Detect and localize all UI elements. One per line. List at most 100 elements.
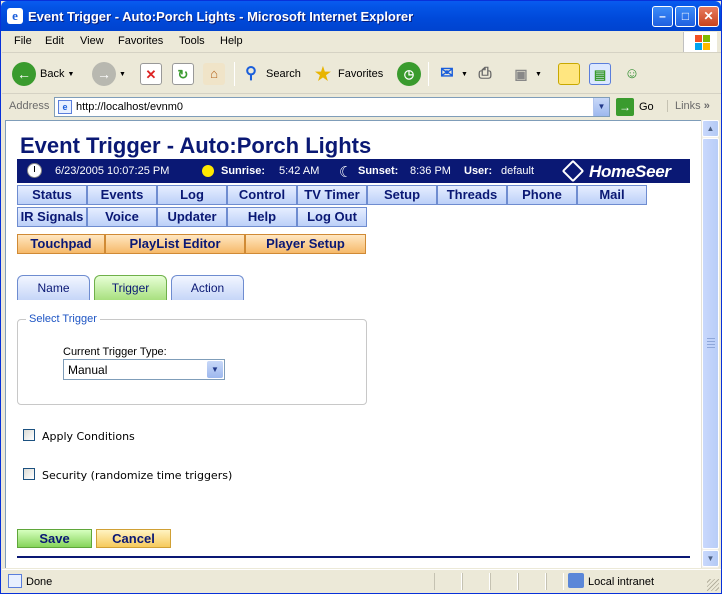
nav-mail[interactable]: Mail — [577, 185, 647, 205]
address-bar: Address e http://localhost/evnm0 ▼ → Go … — [2, 95, 721, 119]
apply-conditions-label: Apply Conditions — [42, 430, 135, 443]
user-value: default — [501, 165, 535, 177]
security-label: Security (randomize time triggers) — [42, 469, 233, 482]
menu-bar: File Edit View Favorites Tools Help — [2, 31, 721, 53]
printer-icon: ⎙ — [478, 65, 492, 82]
mail-icon: ✉ — [440, 65, 454, 82]
resize-grip[interactable] — [707, 579, 719, 591]
history-button[interactable]: ◷ — [397, 60, 421, 88]
vertical-scrollbar[interactable]: ▲ ▼ — [701, 120, 719, 568]
search-icon: ⚲ — [245, 65, 257, 82]
cancel-button[interactable]: Cancel — [96, 529, 171, 548]
go-arrow-icon: → — [616, 98, 634, 116]
search-label: Search — [266, 68, 301, 80]
refresh-button[interactable]: ↻ — [172, 60, 194, 88]
chevron-down-icon: ▼ — [535, 70, 542, 78]
note-icon — [558, 63, 580, 85]
refresh-icon: ↻ — [172, 63, 194, 85]
scroll-thumb[interactable] — [702, 138, 719, 549]
minimize-button[interactable]: – — [652, 6, 673, 27]
trigger-type-value: Manual — [68, 363, 108, 377]
tab-name[interactable]: Name — [17, 275, 90, 300]
nav-updater[interactable]: Updater — [157, 207, 227, 227]
discuss-button[interactable] — [558, 60, 580, 88]
nav-log[interactable]: Log — [157, 185, 227, 205]
nav-playlist-editor[interactable]: PlayList Editor — [105, 234, 245, 254]
nav-player-setup[interactable]: Player Setup — [245, 234, 366, 254]
back-label: Back — [40, 68, 65, 80]
star-icon: ★ — [314, 64, 332, 84]
user-label: User: — [464, 165, 493, 177]
menu-favorites[interactable]: Favorites — [118, 35, 163, 47]
nav-threads[interactable]: Threads — [437, 185, 507, 205]
home-button[interactable]: ⌂ — [203, 60, 225, 88]
chevron-down-icon: ▼ — [207, 361, 223, 378]
moon-icon: ☾ — [339, 164, 353, 181]
sunset-value: 8:36 PM — [410, 165, 451, 177]
messenger-icon: ☺ — [624, 65, 640, 82]
edit-button[interactable]: ▣ ▼ — [510, 60, 542, 88]
address-url[interactable]: http://localhost/evnm0 — [76, 101, 183, 113]
nav-touchpad[interactable]: Touchpad — [17, 234, 105, 254]
menu-view[interactable]: View — [80, 35, 104, 47]
favorites-button[interactable]: ★ Favorites — [312, 60, 383, 88]
security-checkbox[interactable] — [23, 468, 35, 480]
scroll-up-button[interactable]: ▲ — [702, 120, 719, 137]
page-divider — [17, 556, 690, 558]
status-bar: Done Local intranet — [2, 569, 721, 593]
nav-log-out[interactable]: Log Out — [297, 207, 367, 227]
print-button[interactable]: ⎙ — [474, 60, 496, 88]
menu-help[interactable]: Help — [220, 35, 243, 47]
nav-setup[interactable]: Setup — [367, 185, 437, 205]
window-title: Event Trigger - Auto:Porch Lights - Micr… — [28, 9, 414, 24]
go-label: Go — [639, 101, 654, 113]
save-button[interactable]: Save — [17, 529, 92, 548]
apply-conditions-checkbox[interactable] — [23, 429, 35, 441]
close-button[interactable]: ✕ — [698, 6, 719, 27]
address-input[interactable]: e http://localhost/evnm0 ▼ — [54, 97, 610, 117]
chevron-down-icon: ▼ — [461, 70, 468, 78]
title-bar: e Event Trigger - Auto:Porch Lights - Mi… — [1, 1, 721, 31]
menu-edit[interactable]: Edit — [45, 35, 64, 47]
status-text: Done — [26, 576, 53, 588]
research-icon: ▤ — [589, 63, 611, 85]
trigger-type-label: Current Trigger Type: — [63, 346, 167, 358]
back-arrow-icon: ← — [12, 62, 36, 86]
nav-voice[interactable]: Voice — [87, 207, 157, 227]
address-label: Address — [9, 100, 50, 112]
nav-phone[interactable]: Phone — [507, 185, 577, 205]
home-icon: ⌂ — [203, 63, 225, 85]
sun-icon — [202, 165, 214, 177]
mail-button[interactable]: ✉ ▼ — [436, 60, 468, 88]
messenger-button[interactable]: ☺ — [621, 60, 643, 88]
clock-icon — [27, 163, 42, 178]
scroll-down-button[interactable]: ▼ — [702, 550, 719, 567]
links-button[interactable]: Links » — [667, 100, 710, 112]
nav-ir-signals[interactable]: IR Signals — [17, 207, 87, 227]
stop-button[interactable]: ✕ — [140, 60, 162, 88]
page-content: Event Trigger - Auto:Porch Lights 6/23/2… — [5, 120, 701, 568]
current-datetime: 6/23/2005 10:07:25 PM — [55, 165, 170, 177]
page-title: Event Trigger - Auto:Porch Lights — [20, 133, 372, 158]
nav-help[interactable]: Help — [227, 207, 297, 227]
menu-tools[interactable]: Tools — [179, 35, 205, 47]
address-dropdown-button[interactable]: ▼ — [593, 98, 609, 116]
nav-control[interactable]: Control — [227, 185, 297, 205]
back-button[interactable]: ← Back ▼ — [12, 60, 74, 88]
homeseer-logo: HomeSeer — [589, 162, 671, 181]
ie-icon: e — [7, 8, 23, 24]
page-done-icon — [8, 574, 22, 588]
menu-file[interactable]: File — [14, 35, 32, 47]
tab-action[interactable]: Action — [171, 275, 244, 300]
nav-status[interactable]: Status — [17, 185, 87, 205]
go-button[interactable]: → Go — [616, 98, 654, 116]
info-bar: 6/23/2005 10:07:25 PM Sunrise: 5:42 AM ☾… — [17, 159, 690, 183]
maximize-button[interactable]: □ — [675, 6, 696, 27]
nav-tv-timer[interactable]: TV Timer — [297, 185, 367, 205]
search-button[interactable]: ⚲ Search — [240, 60, 301, 88]
tab-trigger[interactable]: Trigger — [94, 275, 167, 300]
nav-events[interactable]: Events — [87, 185, 157, 205]
research-button[interactable]: ▤ — [589, 60, 611, 88]
trigger-type-select[interactable]: Manual ▼ — [63, 359, 225, 380]
forward-button[interactable]: → ▼ — [92, 60, 126, 88]
